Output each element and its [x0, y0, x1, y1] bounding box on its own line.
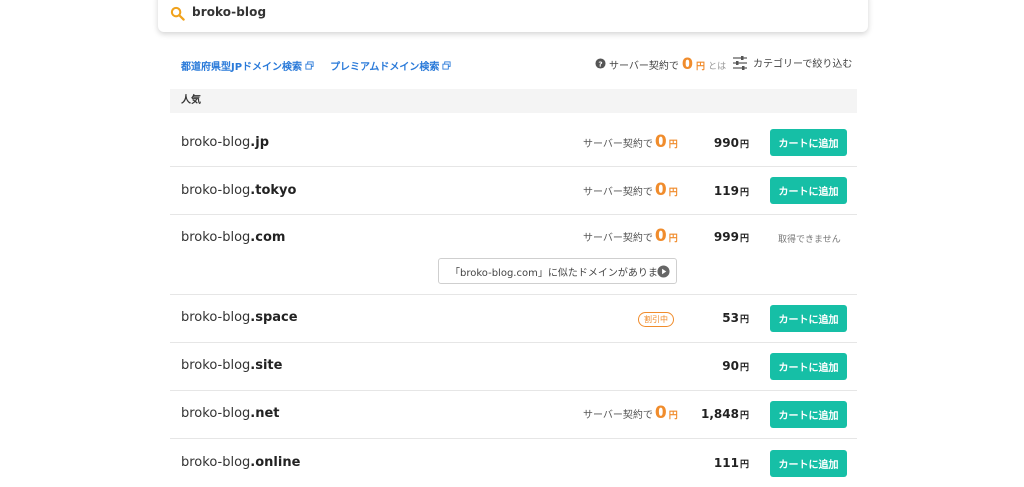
discount-badge: 割引中 — [638, 312, 674, 327]
similar-domains-button[interactable]: 「broko-blog.com」に似たドメインがあります — [438, 258, 677, 284]
search-bar[interactable]: broko-blog — [158, 0, 868, 32]
promo-prefix: サーバー契約で — [609, 61, 679, 72]
domain-name: broko-blog.space — [181, 310, 298, 325]
domain-row: broko-blog.jp サーバー契約で 0 円 990円 カートに追加 — [170, 119, 857, 167]
domain-name: broko-blog.online — [181, 455, 301, 470]
section-header-popular: 人気 — [170, 89, 857, 113]
promo-yen: 円 — [696, 62, 706, 72]
domain-name: broko-blog.tokyo — [181, 183, 297, 198]
promo-suffix: とは — [708, 62, 727, 72]
search-links: 都道府県型JPドメイン検索 プレミアムドメイン検索 — [181, 58, 451, 73]
server-free-label: サーバー契約で 0 円 — [583, 132, 678, 152]
premium-domain-search-link[interactable]: プレミアムドメイン検索 — [330, 58, 451, 73]
domain-name: broko-blog.site — [181, 358, 283, 373]
add-to-cart-button[interactable]: カートに追加 — [770, 129, 847, 156]
domain-row: broko-blog.space 割引中 53円 カートに追加 — [170, 295, 857, 343]
play-circle-icon — [657, 265, 670, 278]
domain-name: broko-blog.net — [181, 406, 280, 421]
external-window-icon — [442, 61, 451, 70]
domain-price: 1,848円 — [701, 407, 749, 421]
server-free-label: サーバー契約で 0 円 — [583, 180, 678, 200]
search-icon — [170, 6, 185, 21]
filter-sliders-icon — [733, 55, 747, 70]
domain-price: 999円 — [713, 230, 749, 244]
jp-prefecture-search-link[interactable]: 都道府県型JPドメイン検索 — [181, 58, 314, 73]
domain-row: broko-blog.site 90円 カートに追加 — [170, 343, 857, 391]
unavailable-label: 取得できません — [778, 235, 841, 245]
category-filter-button[interactable]: カテゴリーで絞り込む — [732, 55, 852, 70]
server-free-label: サーバー契約で 0 円 — [583, 226, 678, 246]
search-input[interactable]: broko-blog — [192, 5, 266, 19]
add-to-cart-button[interactable]: カートに追加 — [770, 305, 847, 332]
add-to-cart-button[interactable]: カートに追加 — [770, 353, 847, 380]
server-promo-link[interactable]: ? サーバー契約で 0 円 とは — [595, 54, 726, 73]
category-filter-label: カテゴリーで絞り込む — [753, 59, 853, 70]
domain-name: broko-blog.com — [181, 230, 286, 245]
add-to-cart-button[interactable]: カートに追加 — [770, 177, 847, 204]
server-free-label: サーバー契約で 0 円 — [583, 403, 678, 423]
add-to-cart-button[interactable]: カートに追加 — [770, 401, 847, 428]
domain-row: broko-blog.net サーバー契約で 0 円 1,848円 カートに追加 — [170, 391, 857, 439]
domain-row: broko-blog.online 111円 カートに追加 — [170, 439, 857, 487]
help-icon: ? — [595, 58, 606, 69]
domain-price: 53円 — [722, 311, 749, 325]
add-to-cart-button[interactable]: カートに追加 — [770, 450, 847, 477]
similar-domains-label: 「broko-blog.com」に似たドメインがあります — [450, 267, 668, 279]
svg-text:?: ? — [598, 59, 602, 68]
domain-price: 111円 — [713, 456, 749, 470]
domain-name: broko-blog.jp — [181, 135, 269, 150]
domain-price: 90円 — [722, 359, 749, 373]
promo-zero: 0 — [681, 54, 694, 73]
domain-price: 119円 — [713, 184, 749, 198]
domain-price: 990円 — [713, 136, 749, 150]
premium-domain-search-label: プレミアムドメイン検索 — [330, 62, 440, 73]
external-window-icon — [305, 61, 314, 70]
domain-row: broko-blog.tokyo サーバー契約で 0 円 119円 カートに追加 — [170, 167, 857, 215]
jp-prefecture-search-label: 都道府県型JPドメイン検索 — [181, 62, 303, 73]
